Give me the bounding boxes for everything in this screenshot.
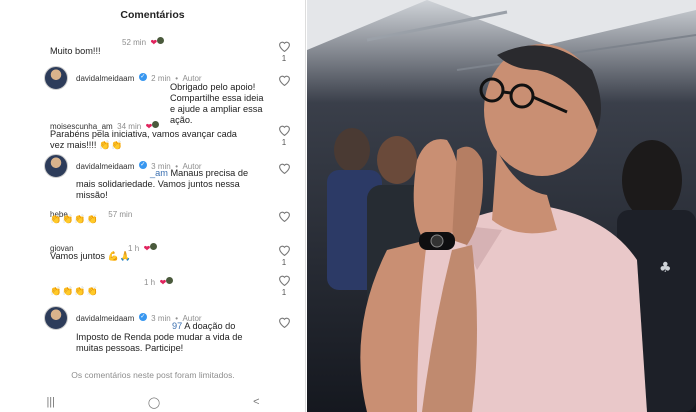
praying-man-photo: ♣ [307, 0, 696, 412]
android-nav-bar: ||| ◯ < [0, 392, 305, 412]
like-button[interactable] [276, 162, 292, 174]
like-count: 1 [281, 138, 287, 147]
comment-emoji: 👏👏👏👏 [50, 214, 99, 224]
back-icon[interactable]: < [253, 396, 259, 408]
comment-item: giovan 1 h ❤ Vamos juntos 💪🙏 1 [0, 236, 305, 268]
verified-icon: ✓ [138, 72, 147, 81]
like-count: 1 [281, 288, 287, 297]
heart-outline-icon [278, 245, 290, 256]
like-button[interactable] [276, 316, 292, 328]
avatar[interactable] [44, 66, 68, 90]
svg-text:♣: ♣ [659, 260, 672, 276]
comment-text: Vamos juntos [50, 251, 105, 261]
creator-avatar-mini [150, 243, 158, 251]
screenshot: Comentários 52 min ❤ Muito bom!!! 1 davi… [0, 0, 696, 412]
comments-limited-notice: Os comentários neste post foram limitado… [71, 370, 235, 380]
like-button[interactable]: 1 [276, 40, 292, 63]
comment-item: 52 min ❤ Muito bom!!! 1 [0, 30, 305, 63]
creator-liked-icon: ❤ [159, 278, 167, 287]
comment-item: 1 h ❤ 👏👏👏👏 1 [0, 270, 305, 300]
creator-avatar-mini [166, 277, 174, 285]
comment-username[interactable]: davidalmeidaam [76, 74, 134, 83]
comment-item: hebe 57 min 👏👏👏👏 [0, 202, 305, 232]
heart-outline-icon [278, 275, 290, 286]
like-button[interactable]: 1 [276, 274, 292, 297]
like-button[interactable] [276, 74, 292, 86]
comments-panel: Comentários 52 min ❤ Muito bom!!! 1 davi… [0, 0, 306, 412]
creator-liked-icon: ❤ [150, 38, 158, 47]
event-photo: ♣ [307, 0, 696, 412]
comment-emoji: 👏👏👏👏 [50, 286, 99, 296]
heart-outline-icon [278, 41, 290, 52]
heart-outline-icon [278, 317, 290, 328]
comment-emoji: 💪🙏 [107, 251, 132, 261]
comment-item: davidalmeidaam ✓ 3 min • Autor _am Manau… [0, 152, 305, 204]
heart-outline-icon [278, 125, 290, 136]
recent-apps-icon[interactable]: ||| [46, 396, 55, 408]
like-button[interactable]: 1 [276, 244, 292, 267]
like-button[interactable] [276, 210, 292, 222]
avatar[interactable] [44, 306, 68, 330]
creator-liked-icon: ❤ [143, 244, 151, 253]
comment-time: 1 h [144, 278, 156, 287]
mention-link[interactable]: _am [150, 168, 168, 178]
comment-time: 2 min [151, 74, 171, 83]
creator-avatar-mini [152, 121, 160, 129]
comment-text: Parabéns pela iniciativa, vamos avançar … [50, 129, 237, 150]
comment-text: Muito bom!!! [50, 46, 101, 56]
comment-time: 57 min [108, 210, 133, 219]
comment-text: A doação do Imposto de Renda pode mudar … [76, 321, 243, 353]
comment-emoji: 👏👏 [99, 140, 124, 150]
comment-time: 52 min [122, 38, 147, 47]
heart-outline-icon [278, 163, 290, 174]
like-count: 1 [281, 258, 287, 267]
comments-title: Comentários [120, 9, 185, 21]
comment-item: moisescunha_am 34 min ❤ Parabéns pela in… [0, 114, 305, 154]
avatar[interactable] [44, 154, 68, 178]
heart-outline-icon [278, 211, 290, 222]
home-icon[interactable]: ◯ [148, 396, 160, 409]
like-button[interactable]: 1 [276, 124, 292, 147]
verified-icon: ✓ [138, 312, 147, 321]
comment-item: davidalmeidaam ✓ 2 min • Autor Obrigado … [0, 64, 305, 125]
creator-avatar-mini [157, 37, 165, 45]
heart-outline-icon [278, 75, 290, 86]
comment-item: davidalmeidaam ✓ 3 min • Autor 97 A doaç… [0, 304, 305, 360]
mention-link[interactable]: 97 [172, 321, 182, 331]
like-count: 1 [281, 54, 287, 63]
